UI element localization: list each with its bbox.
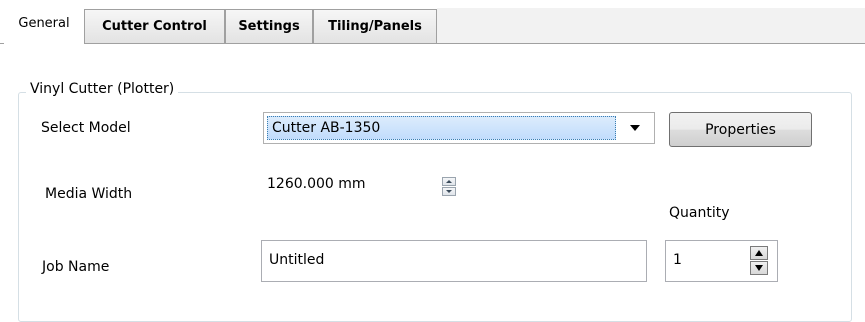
media-width-spinner[interactable] [442,177,456,197]
tab-settings[interactable]: Settings [225,9,313,43]
tab-strip-divider [0,43,865,44]
quantity-stepper[interactable] [750,246,768,276]
job-name-label: Job Name [42,259,110,275]
tab-strip-filler [437,8,865,44]
tab-settings-label: Settings [238,19,300,34]
groupbox-title: Vinyl Cutter (Plotter) [26,81,179,97]
select-model-label: Select Model [41,120,131,136]
tab-tiling-panels-label: Tiling/Panels [328,19,422,34]
model-select[interactable]: Cutter AB-1350 [263,112,655,144]
properties-button[interactable]: Properties [669,112,812,147]
spin-down-icon[interactable] [750,261,768,275]
media-width-field[interactable]: 1260.000 mm [261,168,467,204]
tab-general-label: General [18,15,70,31]
tab-strip: General Cutter Control Settings Tiling/P… [0,0,865,44]
model-select-value: Cutter AB-1350 [267,116,616,140]
spin-down-icon[interactable] [442,187,456,196]
tab-tiling-panels[interactable]: Tiling/Panels [313,9,437,43]
dropdown-arrow-icon[interactable] [630,125,640,131]
quantity-label: Quantity [669,205,730,221]
job-name-field[interactable]: Untitled [261,240,647,282]
spin-up-icon[interactable] [442,177,456,186]
media-width-label: Media Width [45,186,133,202]
tab-cutter-control-label: Cutter Control [102,19,207,34]
tab-general[interactable]: General [4,5,84,44]
tab-cutter-control[interactable]: Cutter Control [84,9,225,43]
spin-up-icon[interactable] [750,246,768,260]
